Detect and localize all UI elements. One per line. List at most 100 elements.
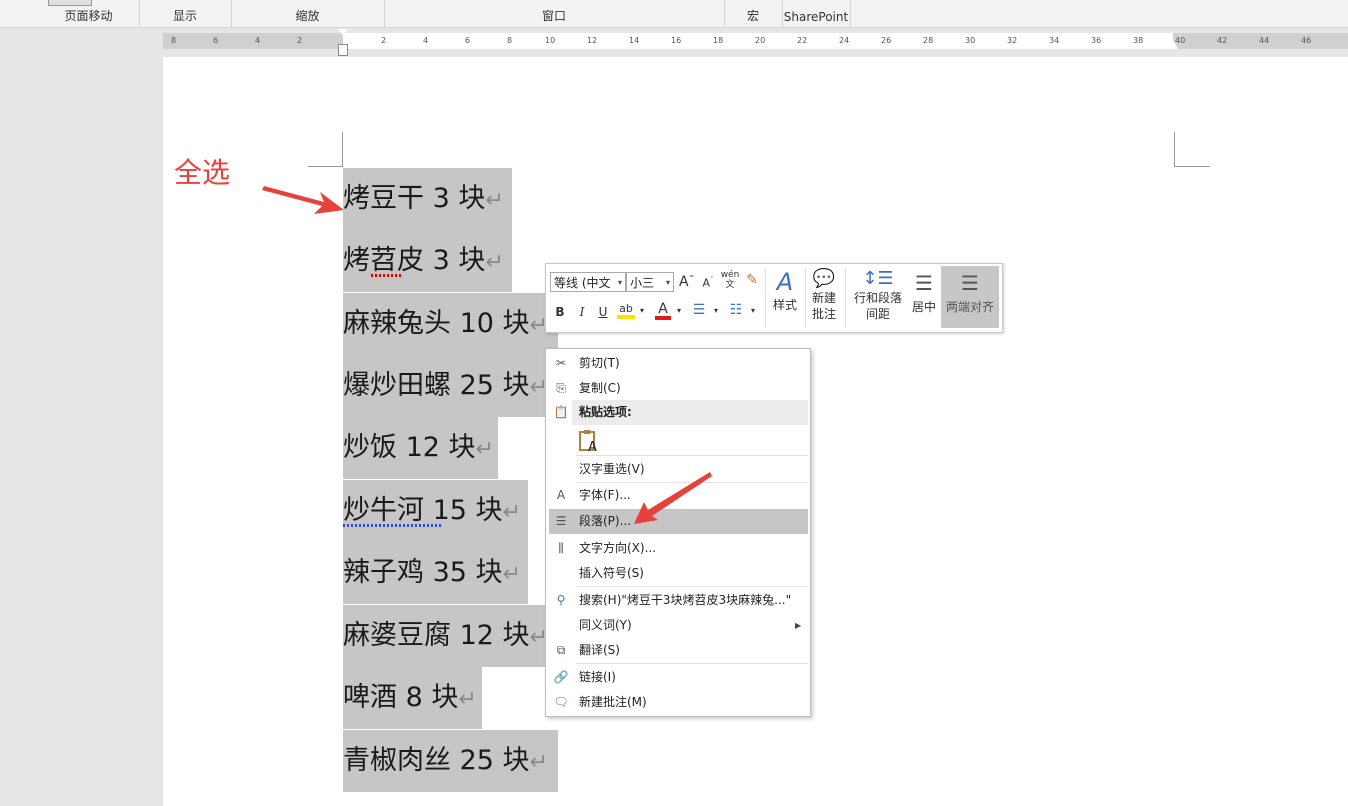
italic-button[interactable]: I — [576, 305, 588, 319]
menu-item-label: 粘贴选项: — [579, 405, 632, 419]
scissors-icon: ✂ — [555, 356, 567, 370]
doc-line[interactable]: 炒饭 12 块↵ — [343, 417, 498, 479]
new-comment-label: 批注 — [811, 307, 836, 321]
doc-line[interactable]: 青椒肉丝 25 块↵ — [343, 730, 558, 792]
menu-item-label: 搜索(H)"烤豆干3块烤苕皮3块麻辣兔..." — [579, 593, 792, 607]
ruler-tick: 26 — [881, 36, 892, 45]
left-indent-marker[interactable] — [338, 44, 348, 56]
paste-keep-text-only-icon[interactable]: A — [578, 429, 600, 455]
menu-item-copy[interactable]: ⎘ 复制(C) — [546, 376, 808, 401]
ruler-tick: 38 — [1133, 36, 1144, 45]
line-spacing-button[interactable]: ↕☰ 行和段落 间距 — [848, 268, 908, 322]
doc-line-text: 麻婆豆腐 12 块 — [343, 620, 530, 651]
shrink-font-icon[interactable]: Aˇ — [701, 276, 715, 290]
ruler-tick: 18 — [713, 36, 724, 45]
menu-item-text-direction[interactable]: ⫼ 文字方向(X)... — [546, 536, 808, 561]
doc-line[interactable]: 烤苕皮 3 块↵ — [343, 230, 512, 292]
paragraph-mark: ↵ — [529, 750, 548, 775]
align-center-icon: ☰ — [915, 271, 933, 295]
font-name-select[interactable]: 等线 (中文 ▾ — [550, 272, 626, 292]
ribbon-group-window[interactable]: 窗口 — [384, 0, 725, 27]
paragraph-icon: ☰ — [555, 514, 567, 528]
bold-button[interactable]: B — [554, 305, 566, 319]
translate-icon: ⧉ — [556, 643, 566, 657]
crop-mark — [1174, 132, 1175, 167]
doc-line[interactable]: 辣子鸡 35 块↵ — [343, 542, 528, 604]
ruler-tick: 12 — [587, 36, 598, 45]
doc-line-text: 烤豆干 3 块 — [343, 183, 486, 214]
styles-button[interactable]: A 样式 — [768, 268, 802, 313]
ribbon-group-show[interactable]: 显示 — [139, 0, 232, 27]
chevron-down-icon[interactable]: ▾ — [675, 306, 683, 315]
ruler-tick: 6 — [465, 36, 471, 45]
phonetic-label: wén — [720, 270, 740, 280]
doc-line[interactable]: 麻婆豆腐 12 块↵ — [343, 605, 558, 667]
ribbon-group-zoom[interactable]: 缩放 — [231, 0, 385, 27]
menu-item-label: 字体(F)... — [579, 488, 631, 502]
doc-line-text: 青椒肉丝 25 块 — [343, 745, 530, 776]
crop-mark — [308, 166, 343, 167]
new-comment-label: 新建 — [811, 291, 836, 305]
ribbon-group-sharepoint[interactable]: SharePoint — [782, 0, 851, 27]
ruler-tick: 16 — [671, 36, 682, 45]
menu-item-search[interactable]: ⚲ 搜索(H)"烤豆干3块烤苕皮3块麻辣兔..." — [546, 588, 808, 613]
menu-item-cut[interactable]: ✂ 剪切(T) — [546, 351, 808, 376]
ribbon-group-page-move[interactable]: 页面移动 — [38, 0, 140, 27]
menu-item-translate[interactable]: ⧉ 翻译(S) — [546, 638, 808, 663]
doc-line[interactable]: 啤酒 8 块↵ — [343, 667, 482, 729]
paragraph-mark: ↵ — [485, 250, 504, 275]
font-size-value: 小三 — [630, 276, 655, 290]
chevron-down-icon[interactable]: ▾ — [712, 306, 720, 315]
line-spacing-label: 行和段落 — [853, 291, 902, 305]
justify-button[interactable]: ☰ 两端对齐 — [941, 266, 999, 328]
ruler-tick: 8 — [171, 36, 177, 45]
bullets-icon[interactable]: ☰ — [690, 302, 708, 318]
ruler-tick: 14 — [629, 36, 640, 45]
numbering-icon[interactable]: ☷ — [727, 302, 745, 318]
menu-item-label: 复制(C) — [579, 381, 621, 395]
doc-line[interactable]: 烤豆干 3 块↵ — [343, 168, 512, 230]
doc-line[interactable]: 爆炒田螺 25 块↵ — [343, 355, 558, 417]
paragraph-mark: ↵ — [502, 500, 521, 525]
crop-mark — [1174, 166, 1210, 167]
menu-item-label: 翻译(S) — [579, 643, 620, 657]
font-color-icon[interactable]: A — [655, 302, 671, 320]
menu-item-link[interactable]: 🔗 链接(I) — [546, 665, 808, 690]
spelling-squiggle — [371, 274, 401, 277]
ruler-tick: 24 — [839, 36, 850, 45]
chevron-down-icon[interactable]: ▾ — [638, 306, 646, 315]
clipboard-icon: 📋 — [553, 405, 569, 419]
phonetic-guide-icon[interactable]: wén 文 — [720, 270, 740, 290]
doc-line[interactable]: 炒牛河 15 块↵ — [343, 480, 528, 542]
line-spacing-icon: ↕☰ — [862, 268, 894, 289]
font-size-select[interactable]: 小三 ▾ — [626, 272, 674, 292]
format-painter-icon[interactable]: ✎ — [743, 272, 761, 288]
paragraph-mark: ↵ — [502, 562, 521, 587]
ribbon-group-macros[interactable]: 宏 — [724, 0, 783, 27]
menu-item-insert-symbol[interactable]: 插入符号(S) — [546, 561, 808, 586]
link-icon: 🔗 — [553, 670, 569, 684]
crop-mark — [342, 132, 343, 167]
right-indent-marker[interactable] — [1168, 40, 1178, 49]
underline-button[interactable]: U — [597, 305, 609, 319]
highlight-icon[interactable]: ab — [617, 302, 635, 319]
doc-line[interactable]: 麻辣兔头 10 块↵ — [343, 293, 558, 355]
chevron-down-icon[interactable]: ▾ — [749, 306, 757, 315]
menu-item-synonyms[interactable]: 同义词(Y) ▶ — [546, 613, 808, 638]
grow-font-icon[interactable]: A^ — [679, 274, 694, 290]
text-direction-icon: ⫼ — [558, 541, 564, 555]
menu-item-label: 段落(P)... — [579, 514, 632, 528]
align-justify-icon: ☰ — [961, 271, 979, 295]
ruler-tick: 46 — [1301, 36, 1312, 45]
annotation-select-all: 全选 — [174, 156, 231, 189]
menu-item-new-comment[interactable]: 🗨 新建批注(M) — [546, 690, 808, 715]
center-button[interactable]: ☰ 居中 — [908, 268, 940, 315]
toolbar-separator — [805, 268, 806, 328]
clipboard-a-icon: A — [579, 430, 597, 455]
ruler-tick: 32 — [1007, 36, 1018, 45]
new-comment-button[interactable]: 💬 新建 批注 — [808, 268, 840, 322]
ruler-tick: 30 — [965, 36, 976, 45]
first-line-indent-marker[interactable] — [338, 29, 348, 36]
menu-item-label: 文字方向(X)... — [579, 541, 657, 555]
shrink-font-letter: A — [702, 276, 711, 290]
